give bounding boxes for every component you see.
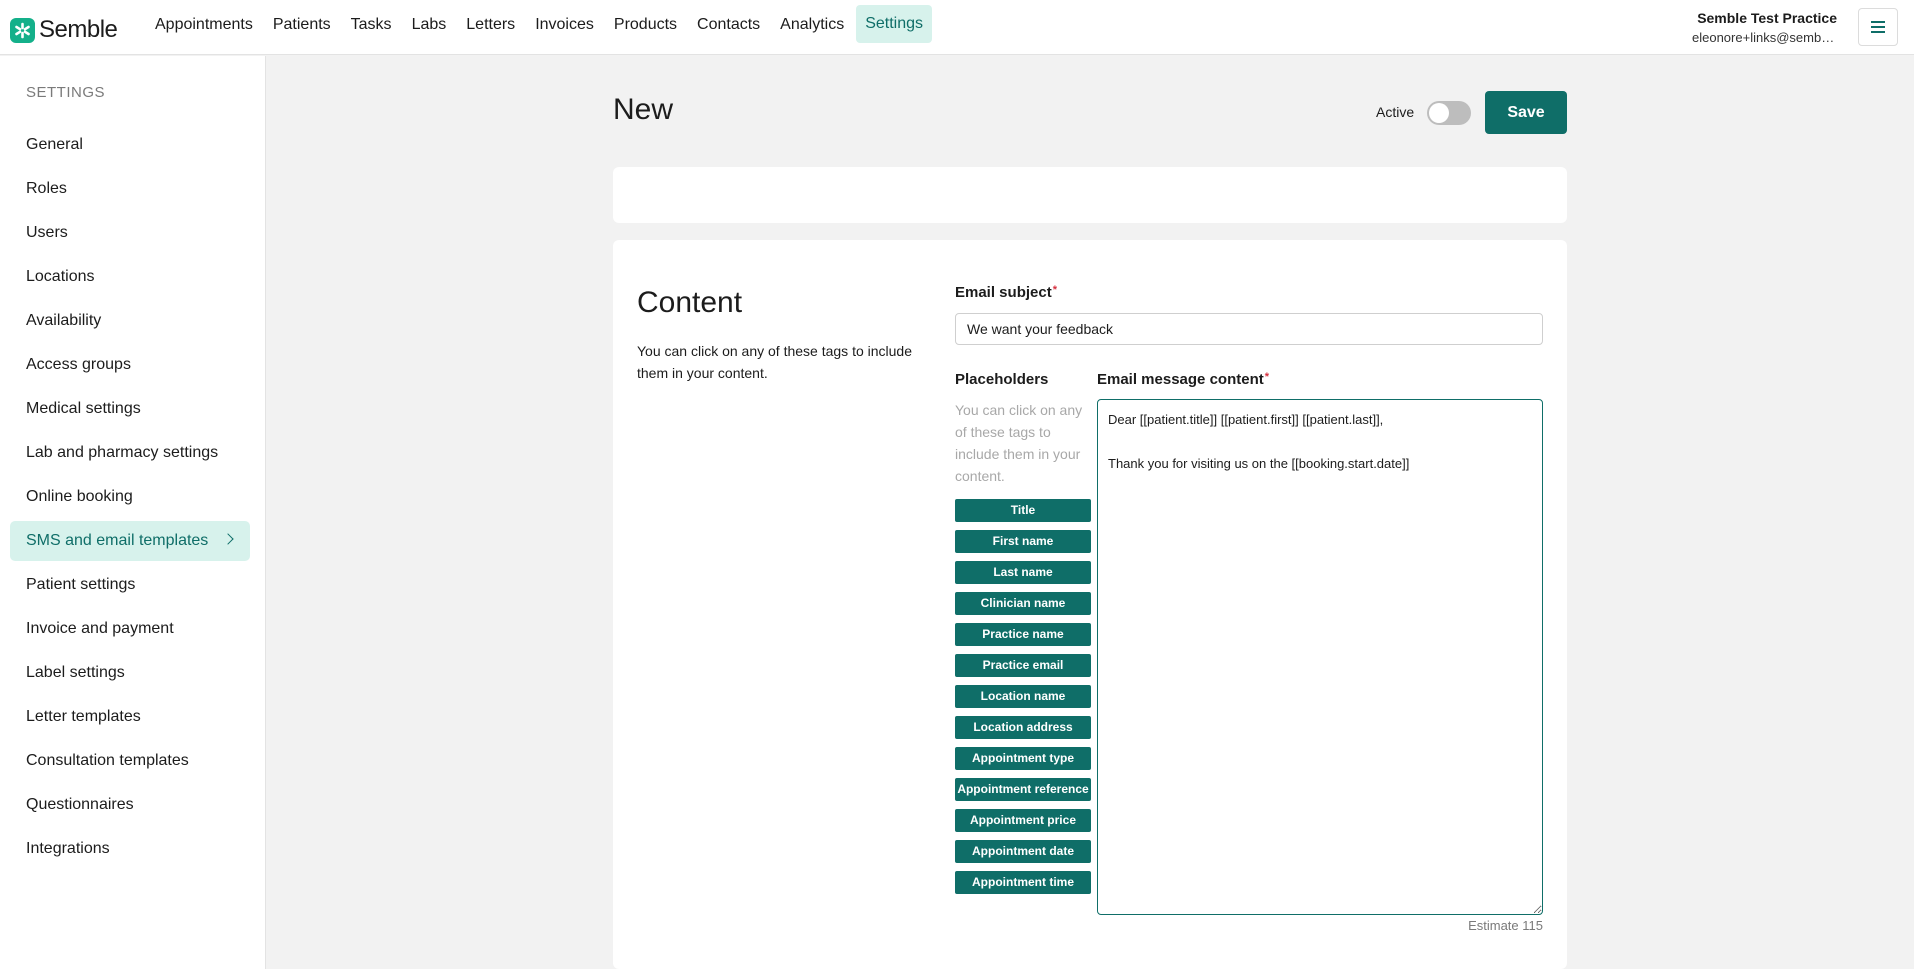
placeholder-tags: Title First name Last name Clinician name Pr… [955,499,1091,902]
placeholder-tag-appointment-type[interactable]: Appointment type [955,747,1091,770]
placeholders-hint: You can click on any of these tags to in… [955,402,1083,484]
template-details-card [613,167,1567,223]
sidebar-item-roles[interactable]: Roles [10,169,250,209]
sidebar-item-label: Roles [26,180,67,197]
sidebar-item-label: Lab and pharmacy settings [26,444,219,461]
email-subject-label: Email subject* [955,284,1057,301]
sidebar-item-label: General [26,136,83,153]
placeholder-tag-appointment-time[interactable]: Appointment time [955,871,1091,894]
nav-item-invoices[interactable]: Invoices [527,9,602,41]
sidebar-item-label: Invoice and payment [26,620,174,637]
placeholder-tag-appointment-price[interactable]: Appointment price [955,809,1091,832]
placeholder-tag-location-address[interactable]: Location address [955,716,1091,739]
active-label: Active [1376,104,1415,120]
account-email: eleonore+links@semble.io [1692,30,1837,45]
character-estimate: Estimate 115 [1468,918,1543,933]
sidebar-item-access-groups[interactable]: Access groups [10,345,250,385]
email-message-label: Email message content* [1097,371,1270,388]
placeholder-tag-title[interactable]: Title [955,499,1091,522]
content-description: You can click on any of these tags to in… [637,343,912,381]
main-nav: Appointments Patients Tasks Labs Letters Invo… [147,5,936,43]
sidebar-item-invoice-and-payment[interactable]: Invoice and payment [10,609,250,649]
save-button[interactable]: Save [1485,91,1567,134]
sidebar-item-label: Questionnaires [26,796,134,813]
sidebar-item-consultation-templates[interactable]: Consultation templates [10,741,250,781]
placeholder-tag-first-name[interactable]: First name [955,530,1091,553]
sidebar-item-label: Availability [26,312,102,329]
sidebar-item-users[interactable]: Users [10,213,250,253]
sidebar-item-label: SMS and email templates [26,532,209,549]
sidebar-list: General Roles Users Locations Availability Ac… [10,125,250,873]
toggle-knob [1429,103,1449,123]
top-navigation: Semble Appointments Patients Tasks Labs Lett… [0,0,1914,55]
sidebar-item-label: Locations [26,268,95,285]
content-title: Content [637,286,743,319]
sidebar-item-label-settings[interactable]: Label settings [10,653,250,693]
account-info[interactable]: Semble Test Practice eleonore+links@semb… [1692,10,1837,45]
logo-text: Semble [39,16,118,43]
semble-logo-icon [10,17,35,43]
sidebar-item-label: Label settings [26,664,125,681]
menu-button[interactable] [1858,8,1898,46]
sidebar-item-label: Letter templates [26,708,141,725]
hamburger-icon [1871,21,1885,33]
placeholder-tag-last-name[interactable]: Last name [955,561,1091,584]
placeholders-label: Placeholders [955,371,1049,388]
sidebar-item-letter-templates[interactable]: Letter templates [10,697,250,737]
page-title: New [613,93,674,126]
sidebar-item-integrations[interactable]: Integrations [10,829,250,869]
sidebar-item-sms-and-email-templates[interactable]: SMS and email templates [10,521,250,561]
placeholder-tag-practice-name[interactable]: Practice name [955,623,1091,646]
nav-item-labs[interactable]: Labs [404,9,455,41]
practice-name: Semble Test Practice [1697,10,1837,26]
sidebar-item-medical-settings[interactable]: Medical settings [10,389,250,429]
sidebar-item-general[interactable]: General [10,125,250,165]
nav-item-contacts[interactable]: Contacts [689,9,768,41]
sidebar-item-availability[interactable]: Availability [10,301,250,341]
chevron-right-icon [222,533,234,545]
sidebar-heading: SETTINGS [26,84,106,101]
sidebar-item-patient-settings[interactable]: Patient settings [10,565,250,605]
sidebar-item-label: Online booking [26,488,133,505]
sidebar-item-online-booking[interactable]: Online booking [10,477,250,517]
sidebar-item-label: Integrations [26,840,110,857]
nav-item-analytics[interactable]: Analytics [772,9,852,41]
sidebar-item-locations[interactable]: Locations [10,257,250,297]
placeholder-tag-location-name[interactable]: Location name [955,685,1091,708]
sidebar-item-label: Access groups [26,356,131,373]
content-card: Content You can click on any of these ta… [613,240,1567,969]
nav-item-products[interactable]: Products [606,9,685,41]
email-message-textarea[interactable]: Dear [[patient.title]] [[patient.first]]… [1097,399,1543,915]
active-toggle[interactable] [1427,101,1471,125]
nav-item-settings[interactable]: Settings [856,5,933,43]
sidebar-item-label: Consultation templates [26,752,189,769]
sidebar-item-questionnaires[interactable]: Questionnaires [10,785,250,825]
placeholder-tag-appointment-reference[interactable]: Appointment reference [955,778,1091,801]
semble-logo[interactable]: Semble [10,16,118,44]
placeholder-tag-clinician-name[interactable]: Clinician name [955,592,1091,615]
placeholder-tag-practice-email[interactable]: Practice email [955,654,1091,677]
placeholder-tag-appointment-date[interactable]: Appointment date [955,840,1091,863]
sidebar-item-lab-and-pharmacy-settings[interactable]: Lab and pharmacy settings [10,433,250,473]
nav-item-letters[interactable]: Letters [458,9,523,41]
settings-sidebar: SETTINGS General Roles Users Locations Avail… [0,56,266,969]
sidebar-item-label: Medical settings [26,400,141,417]
email-subject-input[interactable] [955,313,1543,345]
nav-item-appointments[interactable]: Appointments [147,9,261,41]
nav-item-tasks[interactable]: Tasks [343,9,400,41]
sidebar-item-label: Users [26,224,68,241]
sidebar-item-label: Patient settings [26,576,136,593]
nav-item-patients[interactable]: Patients [265,9,339,41]
